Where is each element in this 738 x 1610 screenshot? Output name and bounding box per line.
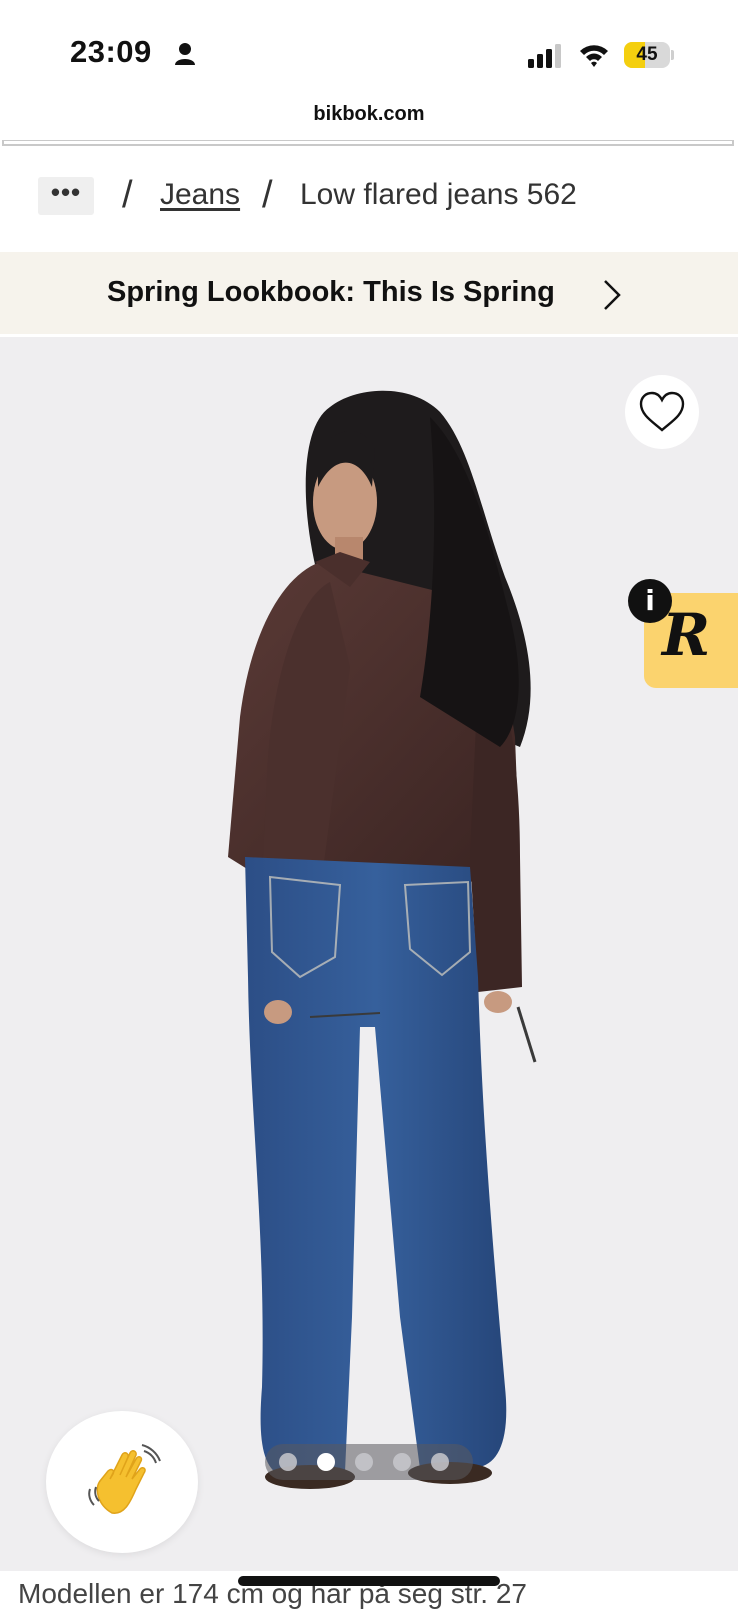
carousel-dot[interactable] [317, 1453, 335, 1471]
breadcrumb-link-jeans[interactable]: Jeans [160, 178, 240, 212]
breadcrumb: ••• / Jeans / Low flared jeans 562 [0, 150, 738, 248]
status-bar: 23:09 45 [0, 0, 738, 96]
breadcrumb-separator: / [262, 174, 273, 216]
breadcrumb-separator: / [122, 174, 133, 216]
carousel-dot[interactable] [393, 1453, 411, 1471]
carousel-dot[interactable] [431, 1453, 449, 1471]
chat-button[interactable] [46, 1411, 198, 1553]
carousel-dot[interactable] [355, 1453, 373, 1471]
info-icon[interactable]: i [628, 579, 672, 623]
product-image[interactable] [0, 337, 738, 1571]
battery-cap [671, 50, 674, 60]
carousel-dot[interactable] [279, 1453, 297, 1471]
signal-icon [528, 44, 561, 68]
home-indicator[interactable] [238, 1576, 500, 1586]
battery-icon: 45 [624, 42, 674, 68]
breadcrumb-current: Low flared jeans 562 [300, 178, 577, 211]
wishlist-button[interactable] [625, 375, 699, 449]
header-divider [2, 140, 734, 146]
wifi-icon [580, 45, 608, 67]
promo-text: Spring Lookbook: This Is Spring [107, 276, 555, 308]
waving-hand-icon [88, 1444, 161, 1514]
status-time: 23:09 [70, 34, 152, 69]
chevron-right-icon [604, 280, 621, 310]
heart-icon [639, 391, 685, 432]
battery-level: 45 [636, 44, 658, 65]
carousel-dots[interactable] [265, 1444, 473, 1480]
url-bar[interactable]: bikbok.com [0, 96, 738, 136]
person-icon [175, 43, 195, 65]
battery-body: 45 [624, 42, 670, 68]
promo-banner[interactable]: Spring Lookbook: This Is Spring [0, 252, 738, 334]
model-photo [228, 390, 537, 1489]
breadcrumb-more-button[interactable]: ••• [38, 177, 94, 215]
